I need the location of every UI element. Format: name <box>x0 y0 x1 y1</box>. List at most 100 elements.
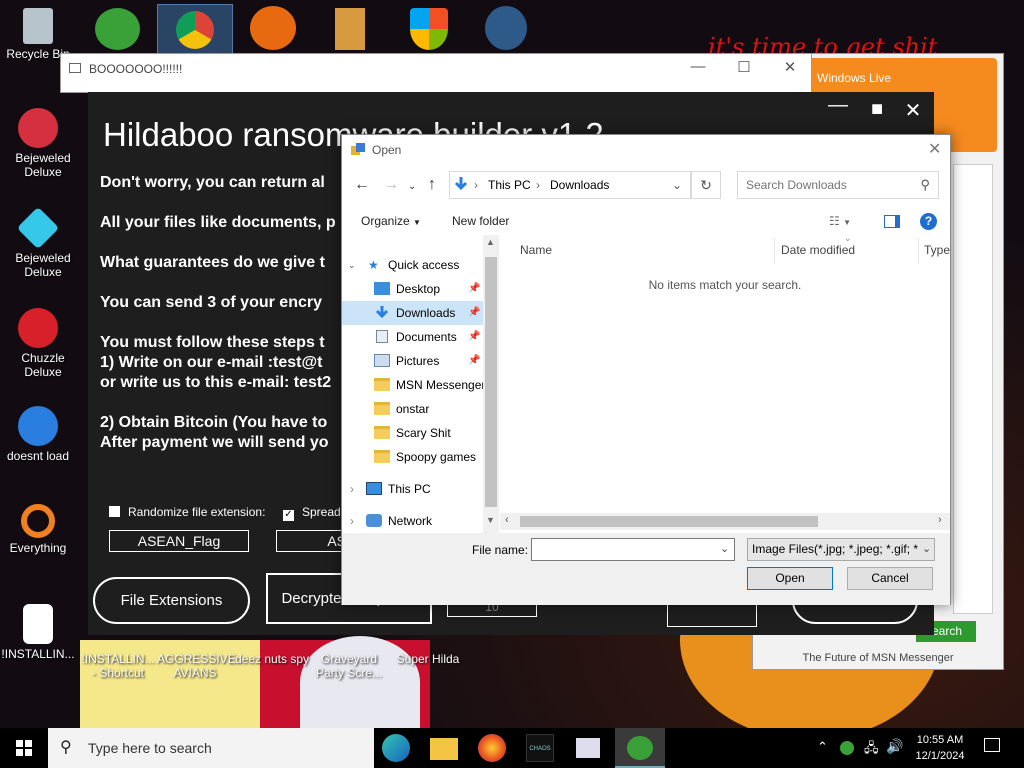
tree-item-onstar[interactable]: onstar <box>342 397 483 421</box>
desktop-icon-graveyard[interactable]: Graveyard Party Scre... <box>311 652 387 680</box>
close-icon[interactable]: ✕ <box>775 58 805 76</box>
desktop-icon-installing[interactable]: !INSTALLIN... <box>0 604 76 661</box>
network-icon <box>366 514 382 527</box>
back-arrow-icon[interactable]: ← <box>354 176 370 194</box>
edge-icon[interactable] <box>382 734 410 762</box>
recent-chevron-icon[interactable]: ⌄ <box>408 181 416 192</box>
file-extensions-button[interactable]: File Extensions <box>93 577 250 624</box>
firefox-icon[interactable] <box>478 734 506 762</box>
desktop-icon-doesnt-load[interactable]: doesnt load <box>0 406 76 463</box>
help-icon[interactable]: ? <box>920 213 937 230</box>
new-folder-button[interactable]: New folder <box>452 214 509 228</box>
checkbox-label: Spread <box>302 505 341 519</box>
search-box[interactable]: ⚲ <box>737 171 939 199</box>
icon-label: !INSTALLIN... <box>1 647 75 661</box>
horizontal-scrollbar-thumb[interactable] <box>520 516 818 527</box>
tree-item-network[interactable]: › Network <box>342 509 483 533</box>
tray-msn-icon[interactable] <box>840 741 854 755</box>
close-icon[interactable]: ✕ <box>928 139 941 159</box>
notifications-icon[interactable] <box>984 738 1000 752</box>
desktop-icon-everything[interactable]: Everything <box>0 504 76 555</box>
desktop-icon-bejeweled-2[interactable]: Bejeweled Deluxe <box>0 206 76 279</box>
file-explorer-icon[interactable] <box>430 738 458 760</box>
column-type[interactable]: Type <box>924 243 950 257</box>
scroll-up-icon[interactable]: ▲ <box>486 237 495 247</box>
taskbar-pinned-msn-icon[interactable] <box>95 8 140 50</box>
taskbar-clock[interactable]: 10:55 AM 12/1/2024 <box>906 732 974 764</box>
desktop-icon-aggressive-avians[interactable]: AGGRESSIVE AVIANS <box>157 652 236 680</box>
open-file-dialog[interactable]: Open ✕ ← → ⌄ ↑ › This PC › Downloads ⌄ ↻… <box>341 134 951 605</box>
file-name-input[interactable] <box>531 538 735 561</box>
maximize-icon[interactable]: ■ <box>862 98 892 121</box>
tree-item-this-pc[interactable]: › This PC <box>342 477 483 501</box>
breadcrumb-separator-icon: › <box>474 178 478 192</box>
tree-item-quick-access[interactable]: ⌄ ★ Quick access <box>342 253 483 277</box>
volume-icon[interactable]: 🔊 <box>886 738 903 755</box>
network-tray-icon[interactable]: 🖧 <box>864 739 879 761</box>
msn-taskbar-button[interactable] <box>615 728 665 768</box>
file-type-dropdown-icon[interactable]: ⌄ <box>920 542 932 555</box>
view-options-icon[interactable]: ☷ ▼ <box>829 214 851 228</box>
tree-item-documents[interactable]: Documents 📌 <box>342 325 483 349</box>
chrome-icon[interactable] <box>157 4 233 54</box>
ransom-text-line: 2) Obtain Bitcoin (You have to <box>100 414 328 431</box>
address-bar[interactable]: › This PC › Downloads ⌄ <box>449 171 691 199</box>
navigation-pane[interactable]: ⌄ ★ Quick access Desktop 📌 Downloads 📌 Docum… <box>342 235 498 533</box>
chevron-down-icon: ▼ <box>413 218 421 227</box>
icon-label: AGGRESSIVE AVIANS <box>157 652 236 680</box>
icon-label: deez nuts spy <box>234 652 310 666</box>
open-button[interactable]: Open <box>747 567 833 590</box>
icon-label: !INSTALLIN... - Shortcut <box>81 652 155 680</box>
desktop-icon-installing-shortcut[interactable]: !INSTALLIN... - Shortcut <box>80 652 156 680</box>
windows-shield-icon[interactable] <box>410 8 448 50</box>
desktop-icon-chuzzle[interactable]: Chuzzle Deluxe <box>0 308 76 379</box>
randomize-extension-checkbox[interactable]: Randomize file extension: <box>109 505 265 519</box>
maximize-icon[interactable]: ☐ <box>729 58 759 76</box>
scroll-left-icon[interactable]: ‹ <box>505 514 509 526</box>
refresh-icon[interactable]: ↻ <box>691 171 721 199</box>
forward-arrow-icon[interactable]: → <box>383 176 399 194</box>
up-arrow-icon[interactable]: ↑ <box>428 176 436 194</box>
desktop-icon-super-hilda[interactable]: Super Hilda <box>390 652 466 666</box>
desktop-icon-deez-nuts[interactable]: deez nuts spy <box>234 652 310 666</box>
flag-field[interactable]: ASEAN_Flag <box>109 530 249 552</box>
taskbar-search[interactable]: ⚲ Type here to search <box>48 728 374 768</box>
scroll-right-icon[interactable]: › <box>938 514 942 526</box>
windows-start-icon[interactable] <box>16 740 32 756</box>
preview-pane-icon[interactable] <box>884 215 900 228</box>
column-date-modified[interactable]: Date modified <box>781 243 855 257</box>
tree-scrollbar-thumb[interactable] <box>485 257 497 507</box>
icon-label: Chuzzle Deluxe <box>21 351 65 379</box>
spread-checkbox[interactable]: ✓ Spread <box>283 505 341 521</box>
close-icon[interactable]: ✕ <box>898 98 928 123</box>
scroll-down-icon[interactable]: ▼ <box>486 515 495 525</box>
breadcrumb-downloads[interactable]: Downloads <box>550 178 609 192</box>
tree-item-pictures[interactable]: Pictures 📌 <box>342 349 483 373</box>
star-icon: ★ <box>368 258 379 272</box>
desktop-icon-bejeweled-1[interactable]: Bejeweled Deluxe <box>0 108 76 179</box>
search-input[interactable] <box>746 178 916 192</box>
tree-item-downloads[interactable]: Downloads 📌 <box>342 301 483 325</box>
folder-app-icon[interactable] <box>335 8 365 50</box>
tree-item-desktop[interactable]: Desktop 📌 <box>342 277 483 301</box>
file-type-select[interactable]: Image Files(*.jpg; *.jpeg; *.gif; * <box>747 538 935 561</box>
minimize-icon[interactable]: — <box>823 94 853 117</box>
breadcrumb-this-pc[interactable]: This PC <box>488 178 531 192</box>
tree-item-scary-shit[interactable]: Scary Shit <box>342 421 483 445</box>
file-name-dropdown-icon[interactable]: ⌄ <box>720 542 729 555</box>
boo-window-taskbar-icon[interactable] <box>576 738 600 758</box>
p-app-icon[interactable] <box>250 6 296 50</box>
character-app-icon[interactable] <box>485 6 527 50</box>
organize-menu[interactable]: Organize ▼ <box>361 214 421 228</box>
minimize-icon[interactable]: — <box>683 58 713 75</box>
tray-chevron-icon[interactable]: ⌃ <box>817 739 828 755</box>
cancel-button[interactable]: Cancel <box>847 567 933 590</box>
icon-label: Bejeweled Deluxe <box>15 251 71 279</box>
tree-item-spoopy-games[interactable]: Spoopy games <box>342 445 483 469</box>
empty-results-message: No items match your search. <box>648 278 802 292</box>
boo-window[interactable]: BOOOOOOO!!!!!! — ☐ ✕ <box>60 53 812 93</box>
chaos-app-icon[interactable]: CHAOS <box>526 734 554 762</box>
address-dropdown-icon[interactable]: ⌄ <box>672 178 682 192</box>
tree-item-msn-messenger[interactable]: MSN Messenger <box>342 373 485 397</box>
column-name[interactable]: Name <box>520 243 552 257</box>
